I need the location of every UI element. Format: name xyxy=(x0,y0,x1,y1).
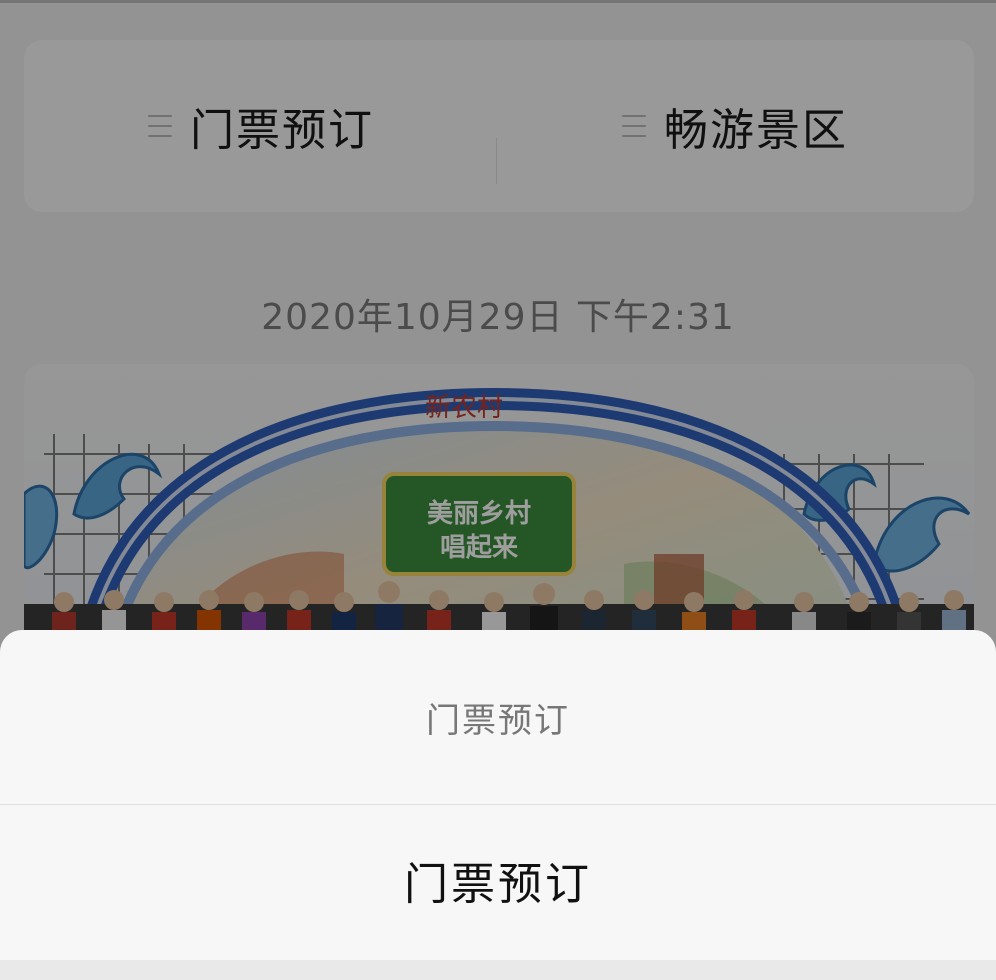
action-sheet: 门票预订 门票预订 xyxy=(0,630,996,980)
action-sheet-title: 门票预订 xyxy=(426,700,570,741)
ticket-booking-option[interactable]: 门票预订 xyxy=(0,805,996,955)
action-sheet-footer-gap xyxy=(0,960,996,980)
chat-page: 门票预订 畅游景区 2020年10月29日 下午2:31 新农村 美丽乡村 唱起… xyxy=(0,0,996,980)
